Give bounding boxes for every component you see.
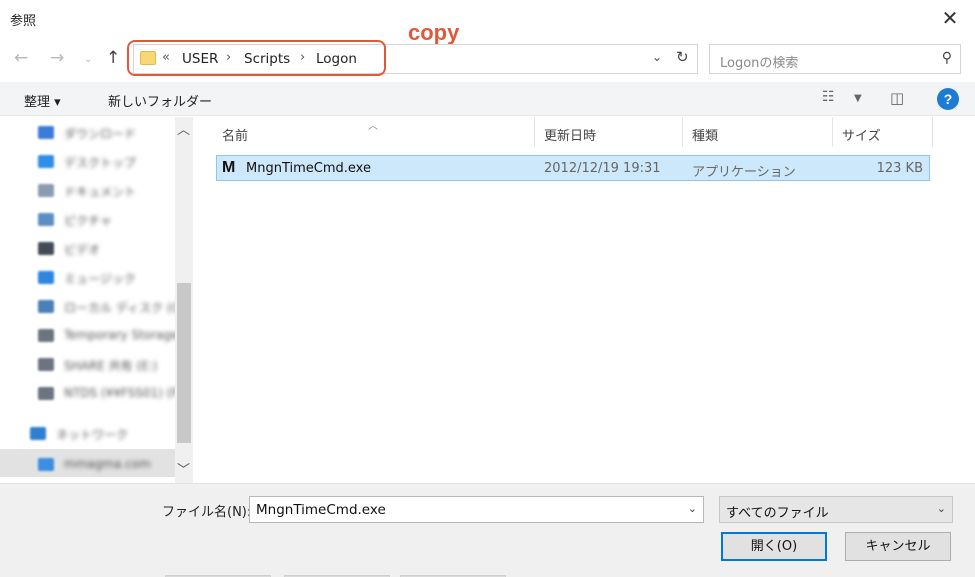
command-toolbar: 整理 ▾ 新しいフォルダー ☷ ▼ ◫ ? xyxy=(0,82,975,116)
filetype-select[interactable]: すべてのファイル ⌄ xyxy=(719,496,953,523)
documents-icon xyxy=(38,184,54,197)
column-header-type[interactable]: 種類 xyxy=(692,125,718,144)
back-arrow-icon[interactable]: ← xyxy=(14,48,28,68)
nav-item-music[interactable]: ミュージック xyxy=(38,267,178,287)
address-highlight-box xyxy=(127,40,386,76)
close-icon[interactable]: ✕ xyxy=(935,4,965,32)
navigation-bar: ← → ⌄ ↑ « USER › Scripts › Logon ⌄ ↻ Log… xyxy=(0,38,975,78)
dialog-footer: ファイル名(N): MngnTimeCmd.exe ⌄ すべてのファイル ⌄ 開… xyxy=(0,483,975,577)
nav-item-videos[interactable]: ビデオ xyxy=(38,238,178,258)
scroll-thumb[interactable] xyxy=(177,283,191,443)
filename-label: ファイル名(N): xyxy=(162,505,252,520)
nav-item-documents[interactable]: ドキュメント xyxy=(38,180,178,200)
nav-item-mmagma[interactable]: mmagma.com xyxy=(38,454,178,474)
filetype-value: すべてのファイル xyxy=(726,506,829,521)
music-icon xyxy=(38,271,54,284)
filename-field[interactable]: MngnTimeCmd.exe ⌄ xyxy=(249,496,704,523)
filename-dropdown-icon[interactable]: ⌄ xyxy=(688,502,697,515)
file-name[interactable]: MngnTimeCmd.exe xyxy=(246,161,371,176)
address-dropdown-icon[interactable]: ⌄ xyxy=(652,50,662,64)
open-button[interactable]: 開く(O) xyxy=(721,532,827,561)
nav-item-pictures[interactable]: ピクチャ xyxy=(38,209,178,229)
column-divider[interactable] xyxy=(534,117,535,147)
nav-scrollbar[interactable]: ︿ ﹀ xyxy=(175,117,193,483)
nav-item-downloads[interactable]: ダウンロード xyxy=(38,122,178,142)
navigation-pane: ダウンロード デスクトップ ドキュメント ピクチャ ビデオ ミュージック ローカ… xyxy=(0,117,195,483)
column-header-date[interactable]: 更新日時 xyxy=(544,125,596,144)
cancel-button[interactable]: キャンセル xyxy=(845,532,951,561)
nav-item-network[interactable]: ネットワーク xyxy=(30,423,170,443)
forward-arrow-icon[interactable]: → xyxy=(50,48,64,68)
title-bar: 参照 ✕ xyxy=(0,0,975,36)
drive-icon xyxy=(38,358,54,371)
column-header-name[interactable]: 名前 xyxy=(222,125,248,144)
refresh-icon[interactable]: ↻ xyxy=(676,48,689,66)
scroll-up-icon[interactable]: ︿ xyxy=(177,119,190,138)
recent-locations-chevron-icon[interactable]: ⌄ xyxy=(84,54,92,65)
search-icon[interactable]: ⚲ xyxy=(942,50,952,66)
desktop-icon xyxy=(38,155,54,168)
search-input[interactable]: Logonの検索 xyxy=(720,52,798,71)
file-size: 123 KB xyxy=(876,161,923,176)
nav-item-ntds[interactable]: NTDS (¥¥FSS01) (F:) xyxy=(38,383,186,403)
view-options-icon[interactable]: ☷ xyxy=(822,89,835,105)
nav-item-local-disk[interactable]: ローカル ディスク (C:) xyxy=(38,296,189,316)
download-icon xyxy=(38,126,54,139)
filename-value[interactable]: MngnTimeCmd.exe xyxy=(256,502,386,518)
column-header-size[interactable]: サイズ xyxy=(842,125,881,144)
column-divider[interactable] xyxy=(832,117,833,147)
filetype-dropdown-icon[interactable]: ⌄ xyxy=(937,502,946,515)
network-computer-icon xyxy=(38,458,54,471)
new-folder-button[interactable]: 新しいフォルダー xyxy=(108,91,212,110)
file-list: ︿ 名前 更新日時 種類 サイズ M MngnTimeCmd.exe 2012/… xyxy=(196,117,975,483)
pictures-icon xyxy=(38,213,54,226)
preview-pane-icon[interactable]: ◫ xyxy=(890,89,904,107)
nav-item-temporary-storage[interactable]: Temporary Storage xyxy=(38,325,178,345)
search-box[interactable]: Logonの検索 ⚲ xyxy=(709,44,961,74)
file-row[interactable]: M MngnTimeCmd.exe 2012/12/19 19:31 アプリケー… xyxy=(216,155,930,181)
scroll-down-icon[interactable]: ﹀ xyxy=(177,459,190,478)
videos-icon xyxy=(38,242,54,255)
exe-app-icon: M xyxy=(222,159,236,176)
drive-icon xyxy=(38,300,54,313)
nav-item-desktop[interactable]: デスクトップ xyxy=(38,151,178,171)
column-divider[interactable] xyxy=(932,117,933,147)
network-icon xyxy=(30,427,46,440)
help-icon[interactable]: ? xyxy=(937,88,959,110)
nav-item-share[interactable]: SHARE 共有 (E:) xyxy=(38,354,178,374)
view-dropdown-icon[interactable]: ▼ xyxy=(854,93,862,104)
organize-button[interactable]: 整理 ▾ xyxy=(24,91,61,110)
drive-icon xyxy=(38,329,54,342)
file-date: 2012/12/19 19:31 xyxy=(544,161,661,176)
window-title: 参照 xyxy=(10,14,37,29)
file-type: アプリケーション xyxy=(692,165,796,180)
column-divider[interactable] xyxy=(682,117,683,147)
drive-icon xyxy=(38,387,54,400)
sort-ascending-icon: ︿ xyxy=(368,121,378,132)
up-arrow-icon[interactable]: ↑ xyxy=(106,48,120,68)
